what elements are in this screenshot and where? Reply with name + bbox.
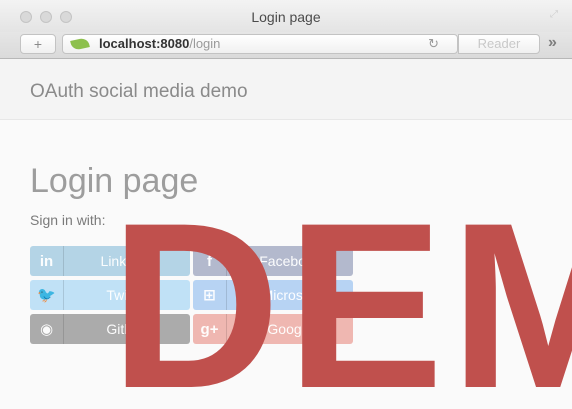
url-path: /login: [189, 36, 221, 51]
reload-icon[interactable]: ↻: [428, 35, 439, 53]
window-title: Login page: [251, 9, 321, 25]
demo-watermark: DEMO: [110, 174, 572, 409]
github-icon: ◉: [30, 314, 64, 344]
browser-toolbar: + localhost:8080/login ↻ Reader »: [0, 32, 572, 59]
sign-in-label: Sign in with:: [30, 212, 106, 228]
address-bar[interactable]: localhost:8080/login ↻: [62, 34, 458, 54]
new-tab-button[interactable]: +: [20, 34, 56, 54]
reader-button[interactable]: Reader: [458, 34, 540, 54]
url-text: localhost:8080/login: [99, 35, 220, 53]
site-brand[interactable]: OAuth social media demo: [30, 81, 248, 103]
site-navbar: OAuth social media demo: [0, 59, 572, 120]
linkedin-icon: in: [30, 246, 64, 276]
fullscreen-icon[interactable]: ⤢: [550, 10, 560, 20]
title-bar: Login page ⤢: [0, 0, 572, 32]
url-host: localhost:8080: [99, 36, 190, 51]
overflow-chevron-icon[interactable]: »: [548, 34, 557, 52]
twitter-icon: 🐦: [30, 280, 64, 310]
site-leaf-icon: [70, 37, 90, 51]
browser-window: Login page ⤢ + localhost:8080/login ↻ Re…: [0, 0, 572, 409]
